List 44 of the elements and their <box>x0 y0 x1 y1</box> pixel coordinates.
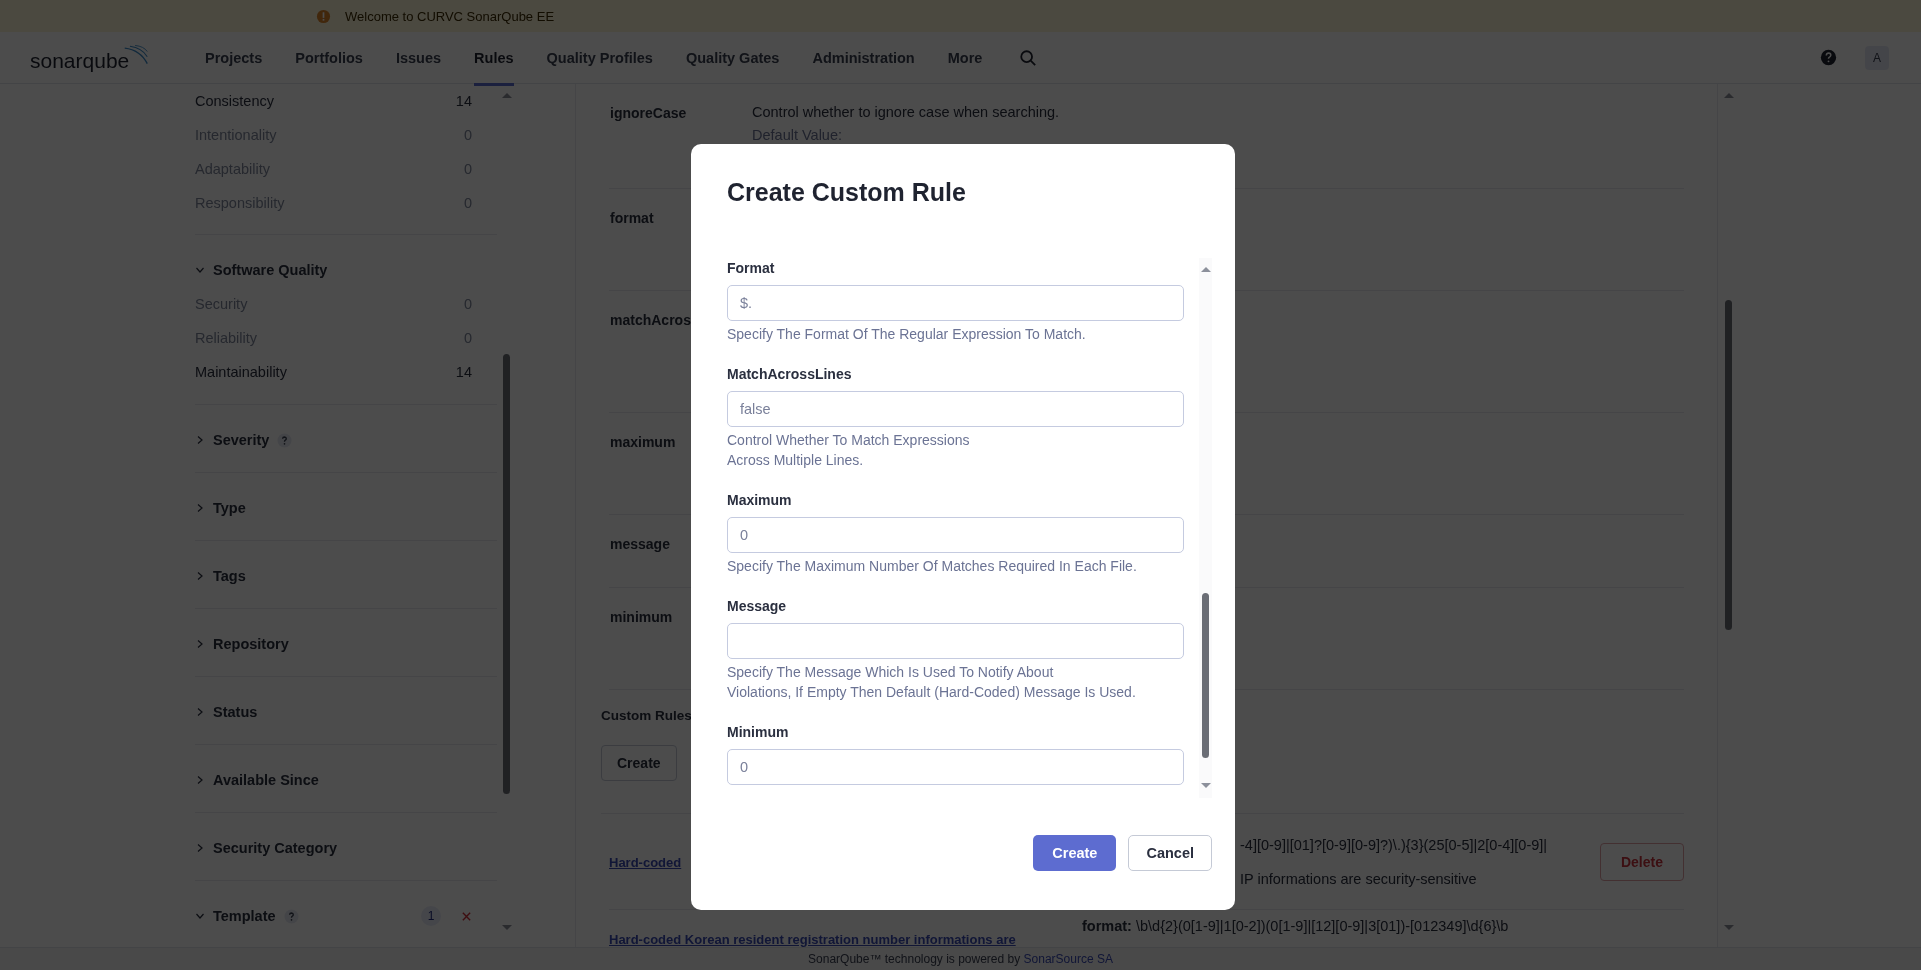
field-hint: Across Multiple Lines. <box>727 451 865 470</box>
section-title: Custom Rules <box>601 708 692 723</box>
footer-link[interactable]: SonarSource SA <box>1023 952 1113 966</box>
input-field[interactable] <box>727 623 1184 659</box>
field-label: Minimum <box>727 724 790 740</box>
field-label: Message <box>727 598 788 614</box>
field-label: Format <box>727 260 776 276</box>
parameter-name: minimum <box>609 609 673 625</box>
field-hint: Specify The Maximum Number Of Matches Required In Each File. <box>727 557 1138 576</box>
field-hint: Specify The Message Which Is Used To Notify About <box>727 663 1055 682</box>
modal-title: Create Custom Rule <box>727 178 967 208</box>
parameter-name: format <box>609 210 654 226</box>
field-label: MatchAcrossLines <box>727 366 853 382</box>
rule-parameter-text: format: \b\d{2}(0[1-9]|1[0-2])(0[1-9]|[12][0-9]|3[01])-[012349]\d{6}\b <box>1082 918 1510 934</box>
facet-title[interactable]: Status <box>213 704 258 720</box>
rule-parameter-text: IP informations are security-sensitive <box>1240 870 1478 887</box>
field-hint: Violations, If Empty Then Default (Hard-Coded) Message Is Used. <box>727 683 1137 702</box>
facet-title[interactable]: Available Since <box>213 772 319 788</box>
create-button[interactable]: Create <box>1033 835 1117 871</box>
rule-link[interactable]: Hard-coded Korean resident registration number informations are <box>609 932 1016 947</box>
input-field[interactable]: false <box>727 391 1184 427</box>
field-hint: Specify The Format Of The Regular Expression To Match. <box>727 325 1087 344</box>
facet-title[interactable]: Repository <box>213 636 289 652</box>
input-field[interactable]: 0 <box>727 749 1184 785</box>
facet-title[interactable]: Tags <box>213 568 246 584</box>
parameter-name: maximum <box>609 434 676 450</box>
rule-link[interactable]: Hard-coded <box>609 854 682 870</box>
parameter-name: matchAcros <box>609 312 691 328</box>
banner-text: Welcome to CURVC SonarQube EE <box>345 8 555 24</box>
scrollbar[interactable] <box>1199 258 1212 798</box>
facet-title[interactable]: Security Category <box>213 840 338 856</box>
parameter-description: Control whether to ignore case when searching. <box>752 104 1060 120</box>
facet-title[interactable]: Type <box>213 500 246 516</box>
rule-parameter-text: -4][0-9]|[01]?[0-9][0-9]?)\.){3}(25[0-5]|2[0-4][0-9]| <box>1240 836 1549 853</box>
field-hint: Control Whether To Match Expressions <box>727 431 971 450</box>
facet-title[interactable]: Software Quality <box>213 262 328 278</box>
facet-title[interactable]: Template <box>213 908 276 924</box>
field-label: Maximum <box>727 492 793 508</box>
parameter-name: ignoreCase <box>609 105 687 121</box>
cancel-button[interactable]: Cancel <box>1128 835 1212 871</box>
input-field[interactable]: $. <box>727 285 1184 321</box>
input-field[interactable]: 0 <box>727 517 1184 553</box>
parameter-name: message <box>609 536 670 552</box>
facet-title[interactable]: Severity <box>213 432 270 448</box>
